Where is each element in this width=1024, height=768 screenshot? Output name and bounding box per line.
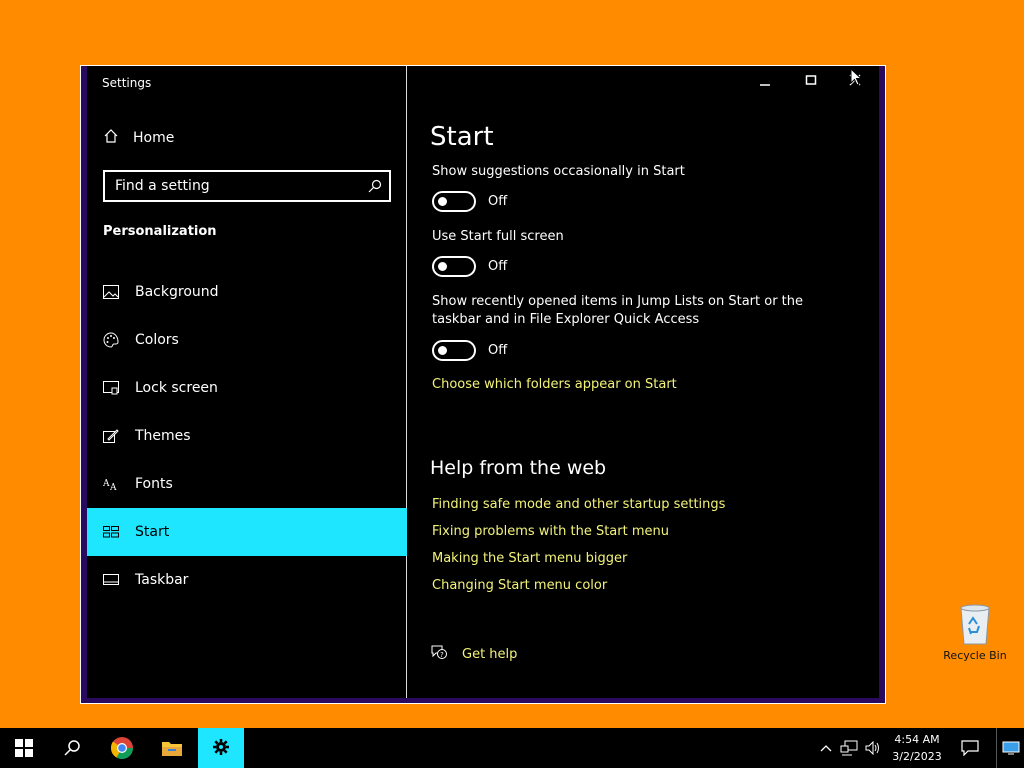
recycle-bin-icon [940, 602, 1010, 649]
sidebar-item-label: Background [135, 284, 219, 300]
content-pane: Start Show suggestions occasionally in S… [407, 66, 879, 698]
sidebar-item-label: Fonts [135, 476, 173, 492]
clock-time: 4:54 AM [894, 733, 940, 746]
file-explorer-icon [162, 742, 182, 756]
get-help-link[interactable]: ? Get help [430, 644, 517, 664]
network-button[interactable] [838, 728, 860, 768]
recycle-bin-shortcut[interactable]: Recycle Bin [940, 602, 1010, 662]
lock-screen-icon [103, 380, 119, 396]
sidebar-item-label: Lock screen [135, 380, 218, 396]
show-hidden-icons-button[interactable] [816, 728, 836, 768]
notification-icon [961, 740, 979, 756]
sidebar-item-background[interactable]: Background [87, 268, 407, 316]
toggle-knob [438, 262, 447, 271]
setting-label: Show suggestions occasionally in Start [432, 164, 685, 179]
settings-taskbar-button[interactable] [198, 728, 244, 768]
chrome-icon [110, 737, 133, 759]
sidebar-item-colors[interactable]: Colors [87, 316, 407, 364]
maximize-button[interactable] [805, 74, 817, 90]
network-icon [840, 740, 858, 756]
sidebar-item-themes[interactable]: Themes [87, 412, 407, 460]
page-title: Start [430, 122, 494, 152]
toggle-state: Off [488, 343, 508, 358]
search-icon [64, 740, 80, 756]
help-link[interactable]: Fixing problems with the Start menu [432, 524, 669, 539]
maximize-icon [805, 75, 817, 85]
toggle-state: Off [488, 259, 508, 274]
home-icon [103, 128, 119, 148]
full-screen-toggle[interactable] [432, 256, 476, 277]
start-tiles-icon [103, 524, 119, 540]
toggle-knob [438, 346, 447, 355]
desktop-icon [1002, 741, 1019, 755]
settings-window: Settings Home Personalization [80, 65, 886, 704]
search-icon[interactable] [367, 178, 383, 198]
toggle-row: Off [432, 340, 507, 361]
home-label: Home [133, 130, 175, 146]
setting-label: Use Start full screen [432, 229, 564, 244]
taskbar-search-button[interactable] [48, 728, 96, 768]
taskbar-icon [103, 572, 119, 588]
suggestions-toggle[interactable] [432, 191, 476, 212]
sidebar: Settings Home Personalization [87, 66, 407, 698]
setting-label: Show recently opened items in Jump Lists… [432, 294, 804, 327]
show-desktop-button[interactable] [996, 728, 1024, 768]
clock-date: 3/2/2023 [892, 750, 942, 763]
brush-icon [103, 428, 119, 444]
start-icon [15, 739, 33, 757]
mouse-cursor-icon [850, 67, 863, 90]
clock[interactable]: 4:54 AM 3/2/2023 [888, 731, 946, 765]
sidebar-item-label: Taskbar [135, 572, 189, 588]
file-explorer-taskbar-button[interactable] [148, 728, 196, 768]
toggle-row: Off [432, 191, 507, 212]
search-box[interactable] [103, 170, 391, 202]
toggle-knob [438, 197, 447, 206]
svg-text:A: A [103, 479, 110, 489]
window-title: Settings [102, 76, 152, 90]
help-link[interactable]: Making the Start menu bigger [432, 551, 627, 566]
toggle-state: Off [488, 194, 508, 209]
sidebar-item-label: Colors [135, 332, 179, 348]
choose-folders-link[interactable]: Choose which folders appear on Start [432, 377, 677, 392]
chat-help-icon: ? [430, 644, 448, 664]
sidebar-item-fonts[interactable]: AA Fonts [87, 460, 407, 508]
svg-text:?: ? [440, 651, 444, 659]
action-center-button[interactable] [954, 728, 986, 768]
picture-icon [103, 284, 119, 300]
toggle-row: Off [432, 256, 507, 277]
help-section-title: Help from the web [430, 457, 607, 479]
sidebar-nav: Background Colors Lock screen Themes A A… [87, 268, 407, 604]
taskbar: 4:54 AM 3/2/2023 [0, 728, 1024, 768]
sidebar-item-start[interactable]: Start [87, 508, 407, 556]
jump-lists-toggle[interactable] [432, 340, 476, 361]
help-link[interactable]: Finding safe mode and other startup sett… [432, 497, 725, 512]
palette-icon [103, 332, 119, 348]
get-help-label: Get help [462, 646, 518, 662]
sidebar-item-lock-screen[interactable]: Lock screen [87, 364, 407, 412]
sidebar-item-label: Start [135, 524, 170, 540]
search-input[interactable] [105, 177, 367, 195]
section-title: Personalization [103, 224, 217, 239]
chrome-taskbar-button[interactable] [98, 728, 146, 768]
chevron-up-icon [820, 745, 832, 752]
window-body: Settings Home Personalization [87, 66, 879, 698]
svg-text:A: A [109, 483, 117, 491]
speaker-icon [865, 741, 879, 755]
start-button[interactable] [0, 728, 48, 768]
recycle-bin-label: Recycle Bin [943, 649, 1007, 662]
sidebar-item-taskbar[interactable]: Taskbar [87, 556, 407, 604]
home-nav-item[interactable]: Home [103, 128, 174, 148]
minimize-button[interactable] [759, 74, 771, 90]
sidebar-item-label: Themes [135, 428, 191, 444]
help-link[interactable]: Changing Start menu color [432, 578, 607, 593]
fonts-icon: AA [103, 476, 119, 492]
minimize-icon [760, 84, 770, 86]
settings-icon [213, 738, 229, 755]
volume-button[interactable] [862, 728, 884, 768]
